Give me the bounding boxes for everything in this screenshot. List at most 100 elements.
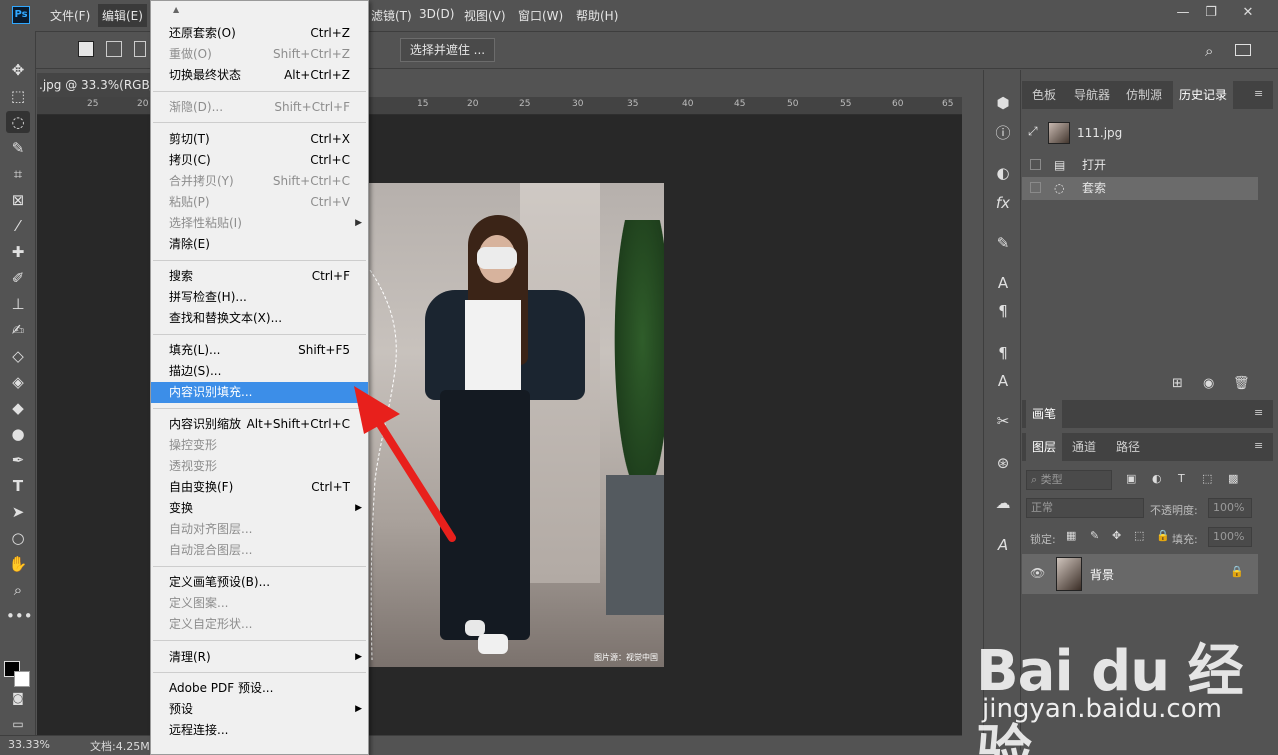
history-brush-source-icon[interactable]: ⤢ — [1028, 120, 1038, 143]
tab-layers[interactable]: 图层 — [1026, 433, 1063, 461]
ellipse-tool-icon[interactable]: ○ — [6, 527, 30, 549]
menu-item-perspective-warp[interactable]: 透视变形 — [151, 456, 368, 477]
checkbox-icon[interactable] — [1030, 182, 1041, 193]
menu-item-redo[interactable]: 重做(O) Shift+Ctrl+Z — [151, 44, 368, 65]
menu-item-define-pattern[interactable]: 定义图案... — [151, 593, 368, 614]
menu-item-search[interactable]: 搜索 Ctrl+F — [151, 266, 368, 287]
close-button[interactable]: ✕ — [1233, 2, 1263, 24]
screen-mode-icon[interactable]: ▭ — [6, 713, 30, 735]
libraries-icon[interactable]: ☁ — [992, 492, 1014, 514]
zoom-level[interactable]: 33.33% — [8, 738, 50, 751]
tab-swatches[interactable]: 色板 — [1026, 81, 1062, 109]
fill-input[interactable]: 100% — [1208, 527, 1252, 547]
menu-item-clear[interactable]: 清除(E) — [151, 234, 368, 255]
clone-stamp-tool-icon[interactable]: ⊥ — [6, 293, 30, 315]
history-snapshot[interactable]: ⤢ 111.jpg — [1022, 120, 1258, 148]
quick-mask-icon[interactable]: ◙ — [6, 687, 30, 709]
tab-navigator[interactable]: 导航器 — [1068, 81, 1116, 109]
menu-window[interactable]: 窗口(W) — [518, 7, 563, 24]
menu-item-adobe-pdf-presets[interactable]: Adobe PDF 预设... — [151, 678, 368, 699]
menu-item-undo[interactable]: 还原套索(O) Ctrl+Z — [151, 23, 368, 44]
layer-background[interactable]: 👁 背景 🔒 — [1022, 554, 1258, 594]
frame-tool-icon[interactable]: ⊠ — [6, 189, 30, 211]
tab-brushes[interactable]: 画笔 — [1026, 400, 1063, 428]
menu-item-puppet-warp[interactable]: 操控变形 — [151, 435, 368, 456]
menu-file[interactable]: 文件(F) — [50, 7, 90, 24]
menu-filter[interactable]: 滤镜(T) — [371, 7, 412, 24]
lock-image-icon[interactable]: ✎ — [1090, 529, 1099, 542]
tool-presets-icon[interactable]: ✂ — [992, 410, 1014, 432]
menu-item-transform[interactable]: 变换 ▶ — [151, 498, 368, 519]
menu-view[interactable]: 视图(V) — [464, 7, 506, 24]
history-step-lasso[interactable]: ◌ 套索 — [1022, 177, 1258, 200]
menu-item-copy-merged[interactable]: 合并拷贝(Y) Shift+Ctrl+C — [151, 171, 368, 192]
zoom-tool-icon[interactable]: ⌕ — [6, 579, 30, 601]
paint-bucket-tool-icon[interactable]: ◈ — [6, 371, 30, 393]
new-snapshot-icon[interactable]: ◉ — [1203, 376, 1214, 391]
paragraph-styles-icon[interactable]: ¶ — [992, 342, 1014, 364]
eraser-tool-icon[interactable]: ◇ — [6, 345, 30, 367]
minimize-button[interactable]: — — [1168, 2, 1198, 24]
path-selection-tool-icon[interactable]: ➤ — [6, 501, 30, 523]
menu-item-copy[interactable]: 拷贝(C) Ctrl+C — [151, 150, 368, 171]
tab-channels[interactable]: 通道 — [1066, 433, 1102, 461]
menu-item-toggle-last-state[interactable]: 切换最终状态 Alt+Ctrl+Z — [151, 65, 368, 86]
tab-clone-source[interactable]: 仿制源 — [1120, 81, 1168, 109]
layer-filter-kind[interactable]: ⌕ 类型 — [1026, 470, 1112, 490]
tab-paths[interactable]: 路径 — [1110, 433, 1146, 461]
menu-3d[interactable]: 3D(D) — [419, 7, 454, 21]
new-document-from-state-icon[interactable]: ⊞ — [1172, 376, 1183, 391]
menu-item-stroke[interactable]: 描边(S)... — [151, 361, 368, 382]
3d-icon[interactable]: ⬢ — [992, 92, 1014, 114]
info-icon[interactable]: ⓘ — [992, 122, 1014, 144]
filter-adjustment-icon[interactable]: ◐ — [1152, 472, 1162, 485]
lock-transparent-icon[interactable]: ▦ — [1066, 529, 1076, 542]
filter-smart-object-icon[interactable]: ▩ — [1228, 472, 1238, 485]
filter-type-icon[interactable]: T — [1178, 472, 1185, 485]
opacity-input[interactable]: 100% — [1208, 498, 1252, 518]
add-selection-icon[interactable] — [106, 41, 122, 57]
character-icon[interactable]: A — [992, 272, 1014, 294]
glyphs-icon[interactable]: A — [992, 534, 1014, 556]
lock-position-icon[interactable]: ✥ — [1112, 529, 1121, 542]
menu-item-paste[interactable]: 粘贴(P) Ctrl+V — [151, 192, 368, 213]
delete-icon[interactable]: 🗑 — [1233, 376, 1250, 391]
menu-item-spell-check[interactable]: 拼写检查(H)... — [151, 287, 368, 308]
move-tool-icon[interactable]: ✥ — [6, 59, 30, 81]
styles-icon[interactable]: fx — [992, 192, 1014, 214]
healing-brush-tool-icon[interactable]: ✚ — [6, 241, 30, 263]
paragraph-icon[interactable]: ¶ — [992, 300, 1014, 322]
menu-item-cut[interactable]: 剪切(T) Ctrl+X — [151, 129, 368, 150]
pen-tool-icon[interactable]: ✒ — [6, 449, 30, 471]
lock-all-icon[interactable]: 🔒 — [1156, 529, 1170, 542]
menu-item-presets[interactable]: 预设 ▶ — [151, 699, 368, 720]
adjustments-icon[interactable]: ◐ — [992, 162, 1014, 184]
menu-item-fill[interactable]: 填充(L)... Shift+F5 — [151, 340, 368, 361]
crop-tool-icon[interactable]: ⌗ — [6, 163, 30, 185]
eye-icon[interactable]: 👁 — [1030, 566, 1045, 580]
quick-select-tool-icon[interactable]: ✎ — [6, 137, 30, 159]
checkbox-icon[interactable] — [1030, 159, 1041, 170]
menu-item-remote-connections[interactable]: 远程连接... — [151, 720, 368, 741]
menu-item-content-aware-fill[interactable]: 内容识别填充... — [151, 382, 368, 403]
type-tool-icon[interactable]: T — [6, 475, 30, 497]
menu-edit[interactable]: 编辑(E) — [98, 4, 147, 27]
menu-item-find-replace[interactable]: 查找和替换文本(X)... — [151, 308, 368, 329]
menu-item-free-transform[interactable]: 自由变换(F) Ctrl+T — [151, 477, 368, 498]
properties-icon[interactable]: ⊛ — [992, 452, 1014, 474]
menu-item-content-aware-scale[interactable]: 内容识别缩放 Alt+Shift+Ctrl+C — [151, 414, 368, 435]
panel-menu-icon[interactable]: ≡ — [1254, 439, 1263, 452]
scroll-up-icon[interactable]: ▲ — [173, 5, 179, 14]
dodge-tool-icon[interactable]: ● — [6, 423, 30, 445]
history-step-open[interactable]: ▤ 打开 — [1022, 154, 1258, 177]
brush-tool-icon[interactable]: ✐ — [6, 267, 30, 289]
menu-item-fade[interactable]: 渐隐(D)... Shift+Ctrl+F — [151, 97, 368, 118]
lock-artboard-icon[interactable]: ⬚ — [1134, 529, 1144, 542]
eyedropper-tool-icon[interactable]: ⁄ — [6, 215, 30, 237]
restore-button[interactable]: ❐ — [1196, 2, 1226, 24]
menu-item-define-brush[interactable]: 定义画笔预设(B)... — [151, 572, 368, 593]
blur-tool-icon[interactable]: ◆ — [6, 397, 30, 419]
subtract-selection-icon[interactable] — [134, 41, 146, 57]
panel-menu-icon[interactable]: ≡ — [1254, 406, 1263, 419]
select-and-mask-button[interactable]: 选择并遮住 ... — [400, 38, 495, 62]
